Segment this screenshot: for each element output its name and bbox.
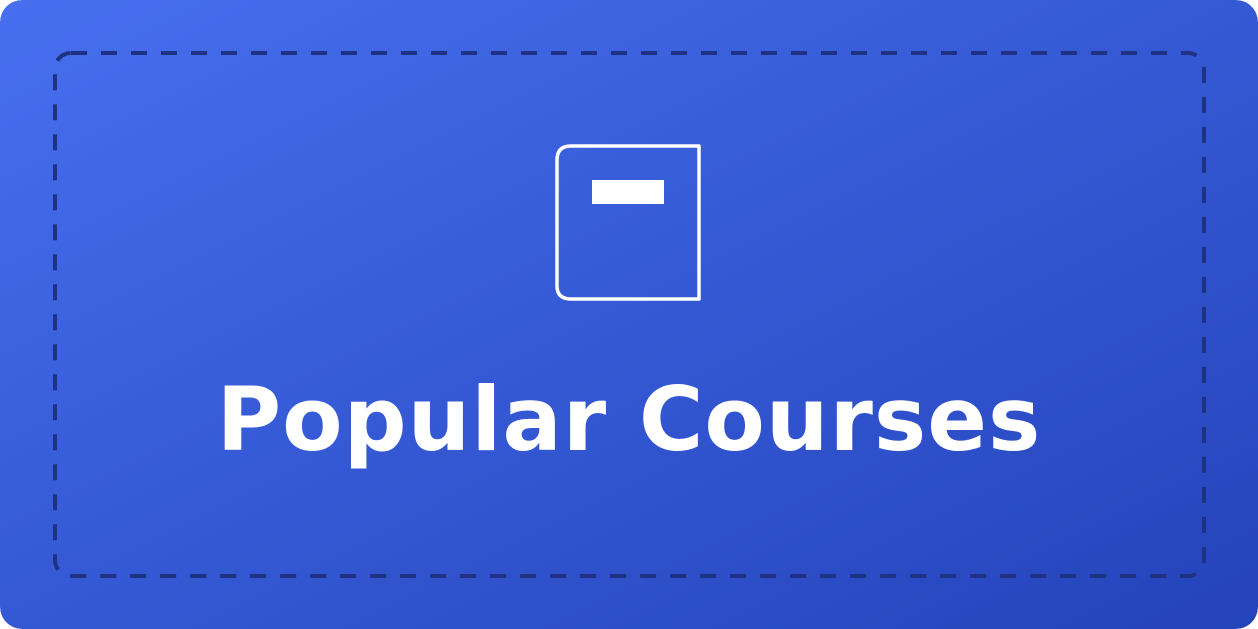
page-title: Popular Courses	[216, 368, 1042, 471]
popular-courses-banner[interactable]: Popular Courses	[0, 0, 1258, 629]
book-icon	[555, 144, 701, 301]
dashed-frame	[53, 51, 1206, 578]
